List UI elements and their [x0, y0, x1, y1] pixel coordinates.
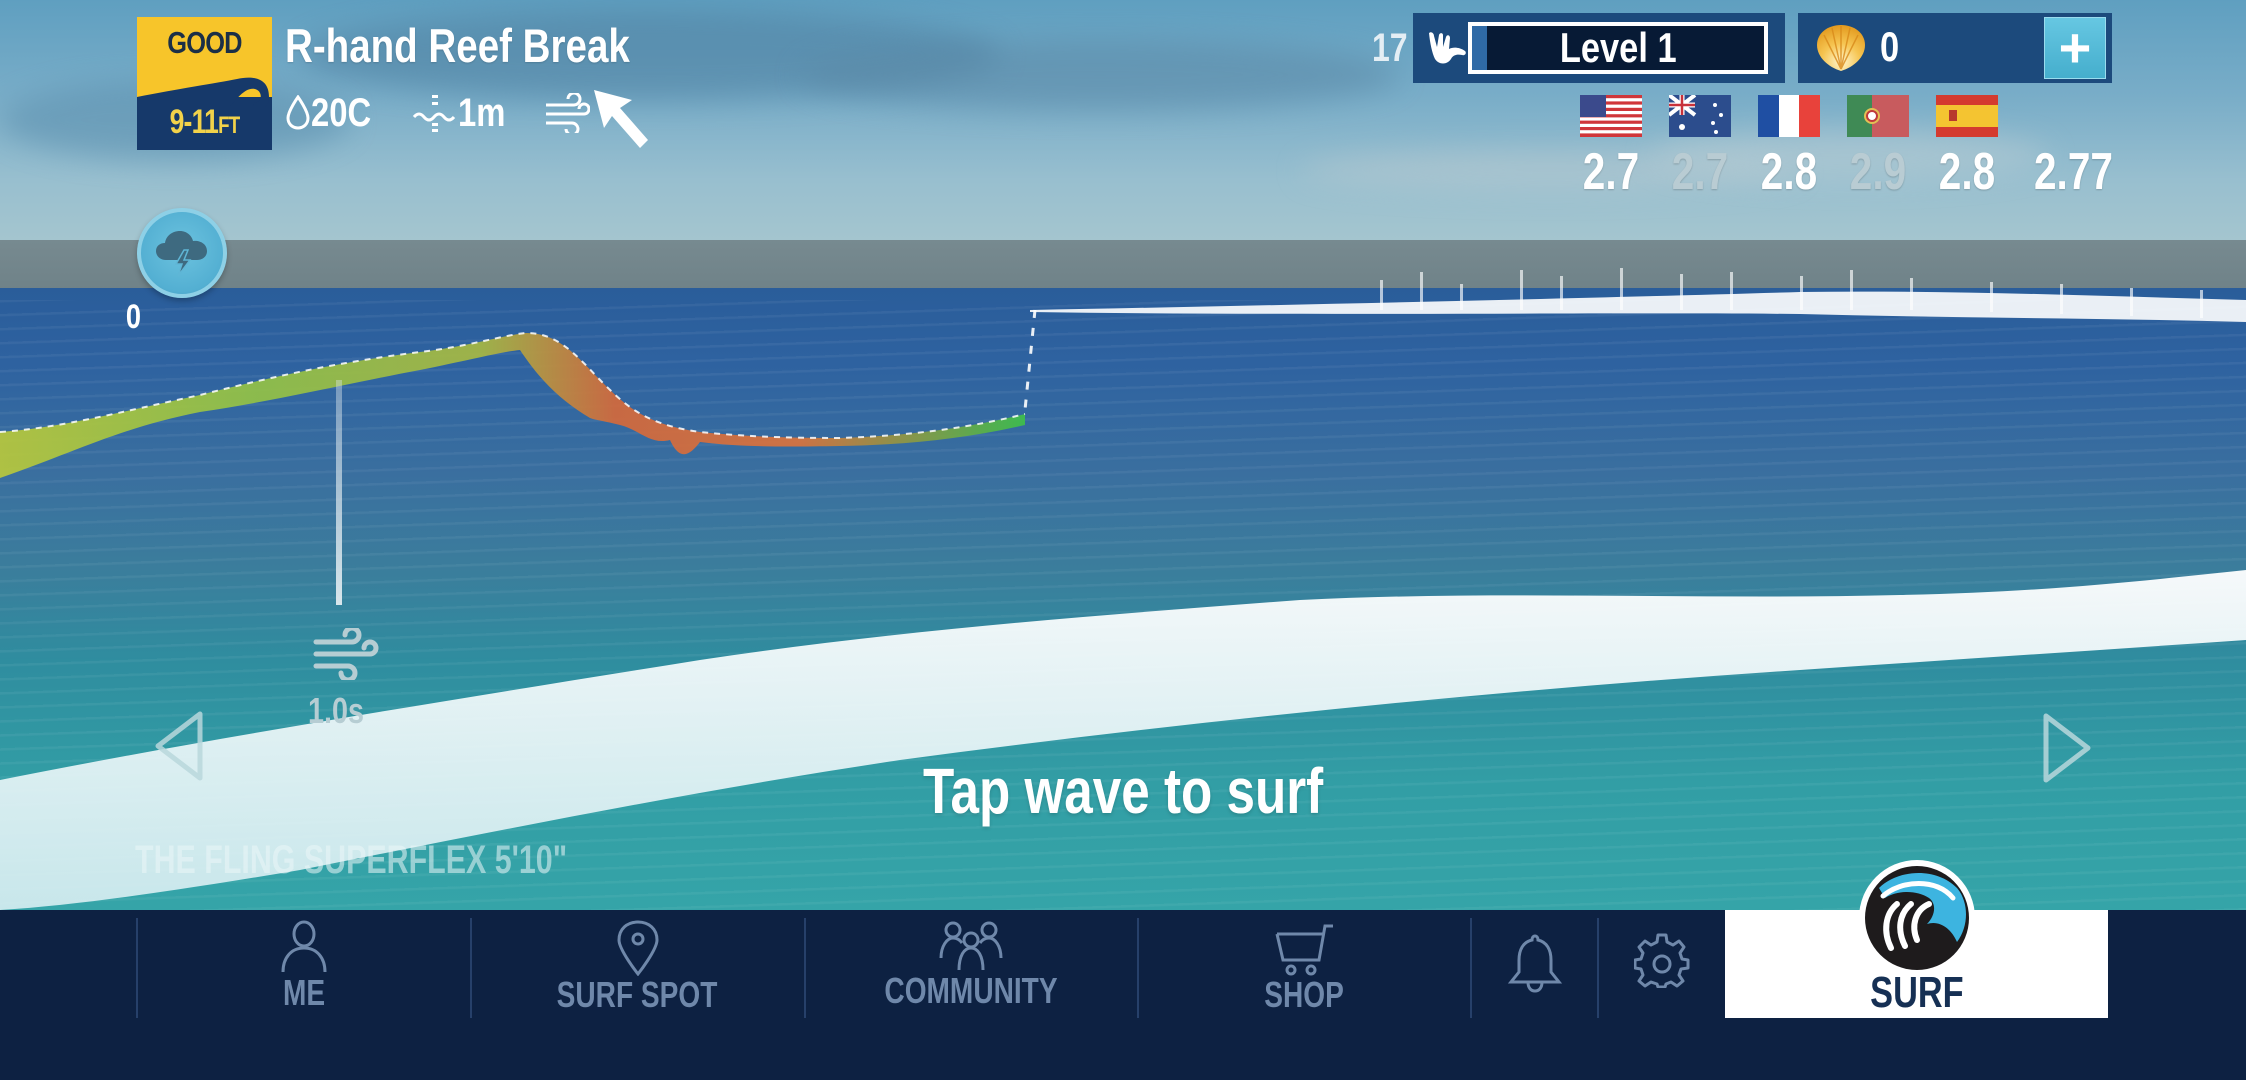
wind-marker [334, 380, 344, 605]
level-points: 17 [1372, 26, 1408, 70]
storm-cloud-icon [156, 231, 207, 277]
wind [544, 93, 591, 133]
peak-marker [1023, 309, 1037, 411]
condition-label: GOOD [167, 25, 242, 60]
tide-height: 1m [412, 91, 516, 136]
wind-direction-arrow-icon [594, 90, 648, 148]
country-ratings: 2.7 2.7 2.8 2.9 2.8 2.77 [1570, 95, 2120, 205]
level-label: Level 1 [1559, 24, 1677, 71]
fr-flag-icon [1758, 95, 1820, 137]
wave-size: 9-11FT [169, 103, 241, 141]
conditions-row: 20C 1m [285, 88, 618, 138]
shell-icon [1817, 25, 1865, 71]
person-icon [281, 920, 326, 973]
us-flag-icon [1580, 95, 1642, 137]
distant-wave-crest [1030, 291, 2246, 322]
surf-wave-logo-icon[interactable] [1857, 858, 1977, 978]
rating-value: 2.9 [1849, 143, 1907, 201]
pt-flag-icon [1847, 95, 1909, 137]
level-panel[interactable]: Level 1 [1413, 13, 1785, 83]
tide-icon [413, 95, 456, 132]
settings-button[interactable] [1599, 910, 1725, 1020]
wind-icon [313, 628, 379, 680]
storm-count: 0 [125, 298, 142, 336]
rating-value: 2.7 [1582, 143, 1640, 201]
notifications-button[interactable] [1472, 910, 1597, 1020]
gear-icon [1634, 933, 1690, 988]
au-flag-icon [1669, 95, 1731, 137]
wind-interval: 1.0s [308, 690, 365, 731]
nav-item-surf-spot[interactable]: SURF SPOT [471, 910, 804, 1020]
group-icon [939, 921, 1003, 971]
water-drop-icon [286, 95, 310, 130]
shells-count: 0 [1880, 23, 1900, 70]
rating-value: 2.7 [1671, 143, 1729, 201]
cart-icon [1275, 924, 1333, 976]
rating-value: 2.8 [1938, 143, 1996, 201]
storm-button[interactable] [137, 208, 227, 298]
water-temp: 20C [285, 91, 384, 136]
bell-icon [1507, 934, 1562, 993]
nav-item-community[interactable]: COMMUNITY [805, 910, 1137, 1020]
rating-value: 2.8 [1760, 143, 1818, 201]
nav-item-shop[interactable]: SHOP [1138, 910, 1470, 1020]
rating-average: 2.77 [2034, 143, 2113, 201]
map-pin-icon [616, 920, 659, 976]
wave-quality-badge: GOOD 9-11FT [137, 17, 272, 150]
level-progress-bar: Level 1 [1468, 22, 1768, 74]
spot-name: R-hand Reef Break [285, 19, 630, 72]
nav-item-me[interactable]: ME [137, 910, 470, 1020]
tap-prompt: Tap wave to surf [922, 755, 1324, 827]
board-name: THE FLING SUPERFLEX 5'10" [135, 838, 568, 882]
wind-icon [546, 93, 591, 133]
shells-panel: 0 + [1798, 13, 2112, 83]
add-shells-button[interactable]: + [2044, 17, 2106, 79]
es-flag-icon [1936, 95, 1998, 137]
shaka-hand-icon [1429, 32, 1466, 64]
